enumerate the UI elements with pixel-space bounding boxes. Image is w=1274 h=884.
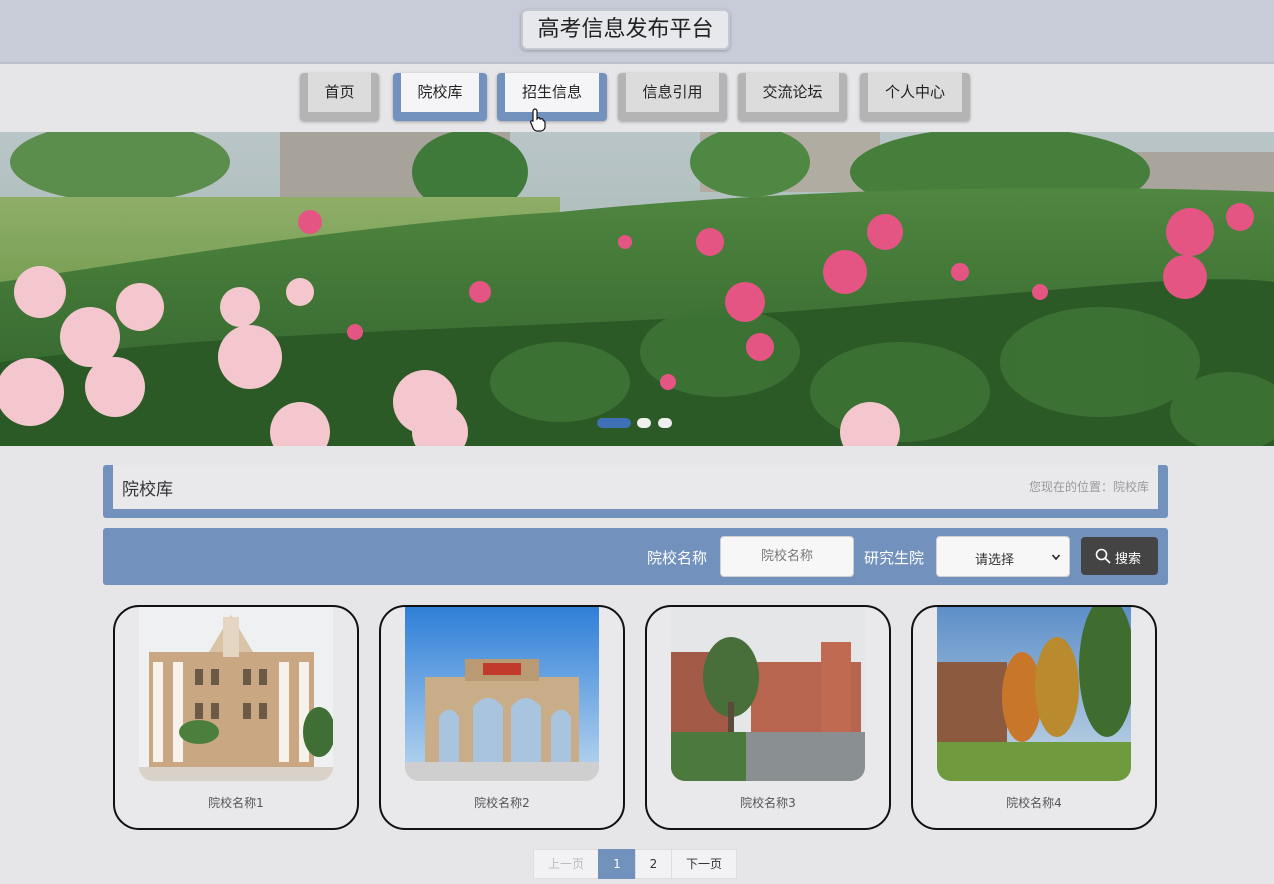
carousel-dot[interactable] (658, 418, 672, 428)
nav-item-label: 个人中心 (868, 73, 962, 112)
school-card[interactable]: 院校名称4 (911, 605, 1157, 830)
search-icon (1095, 548, 1111, 564)
school-image (671, 607, 865, 781)
school-name: 院校名称3 (740, 796, 796, 810)
nav-item-label: 招生信息 (505, 73, 599, 112)
nav-item-info-reference[interactable]: 信息引用 (618, 73, 727, 121)
school-name-input[interactable] (720, 536, 854, 577)
site-title: 高考信息发布平台 (521, 9, 730, 50)
nav-item-label: 信息引用 (626, 73, 719, 112)
school-card[interactable]: 院校名称2 (379, 605, 625, 830)
banner-carousel[interactable] (0, 132, 1274, 446)
nav-item-admission-info[interactable]: 招生信息 (497, 73, 607, 121)
banner-image-peonies (0, 132, 1274, 446)
nav-item-label: 首页 (308, 73, 371, 112)
next-page-button[interactable]: 下一页 (671, 849, 737, 879)
search-button-label: 搜索 (1115, 552, 1142, 567)
nav-item-school-library[interactable]: 院校库 (393, 73, 487, 121)
school-card[interactable]: 院校名称3 (645, 605, 891, 830)
nav-item-forum[interactable]: 交流论坛 (738, 73, 847, 121)
section-title: 院校库 (122, 480, 173, 500)
school-card[interactable]: 院校名称1 (113, 605, 359, 830)
top-header: 高考信息发布平台 (0, 0, 1274, 64)
prev-page-button[interactable]: 上一页 (533, 849, 599, 879)
graduate-school-select[interactable]: 请选择 (936, 536, 1070, 577)
nav-item-label: 交流论坛 (746, 73, 839, 112)
nav-item-personal-center[interactable]: 个人中心 (860, 73, 970, 121)
graduate-school-label: 研究生院 (864, 549, 925, 567)
school-image (139, 607, 333, 781)
nav-item-label: 院校库 (401, 73, 479, 112)
school-name-label: 院校名称 (647, 549, 708, 567)
carousel-dot[interactable] (637, 418, 651, 428)
main-nav: 首页 院校库 招生信息 信息引用 交流论坛 个人中心 (0, 66, 1274, 132)
page-button[interactable]: 2 (635, 849, 672, 879)
search-bar: 院校名称 研究生院 请选择 搜索 (103, 528, 1168, 585)
search-button[interactable]: 搜索 (1081, 537, 1158, 575)
school-name: 院校名称2 (474, 796, 530, 810)
school-image (937, 607, 1131, 781)
select-value: 请选择 (975, 553, 1015, 568)
carousel-dot[interactable] (597, 418, 631, 428)
nav-item-home[interactable]: 首页 (300, 73, 379, 121)
chevron-down-icon (1052, 554, 1060, 561)
section-header-box: 院校库 您现在的位置：院校库 (113, 465, 1158, 509)
breadcrumb: 您现在的位置：院校库 (1028, 480, 1149, 494)
school-name: 院校名称4 (1006, 796, 1062, 810)
hand-cursor-icon (530, 108, 546, 132)
school-image (405, 607, 599, 781)
school-name: 院校名称1 (208, 796, 264, 810)
page-button[interactable]: 1 (598, 849, 636, 879)
section-header: 院校库 您现在的位置：院校库 (103, 465, 1168, 518)
